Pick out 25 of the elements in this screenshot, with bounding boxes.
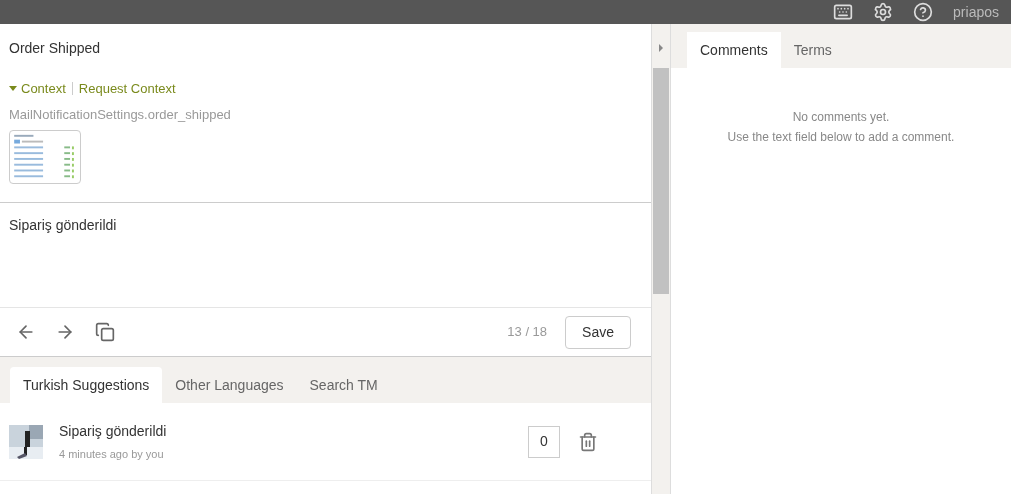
help-icon[interactable] — [913, 2, 934, 22]
scrollbar-thumb[interactable] — [653, 68, 669, 294]
collapse-caret-icon[interactable] — [659, 44, 663, 52]
side-tab[interactable]: Comments — [687, 32, 781, 68]
user-name[interactable]: priapos — [953, 1, 999, 23]
suggestion-tab[interactable]: Search TM — [296, 367, 391, 403]
string-counter: 13 / 18 — [507, 323, 548, 342]
string-title: Order Shipped — [9, 39, 102, 58]
side-tab[interactable]: Terms — [780, 32, 845, 68]
context-toggle[interactable]: Context — [9, 79, 66, 99]
keyboard-icon[interactable] — [833, 2, 854, 22]
empty-comments-hint: Use the text field below to add a comment. — [727, 129, 955, 146]
copy-source-icon[interactable] — [95, 322, 115, 342]
suggestion-meta: 4 minutes ago by you — [59, 446, 165, 462]
caret-icon — [9, 86, 17, 92]
delete-icon[interactable] — [578, 431, 598, 452]
string-key: MailNotificationSettings.order_shipped — [9, 104, 642, 124]
settings-icon[interactable] — [873, 2, 894, 22]
suggestion-tab[interactable]: Turkish Suggestions — [10, 367, 163, 403]
vote-count[interactable]: 0 — [528, 425, 560, 458]
request-context-link[interactable]: Request Context — [78, 79, 176, 99]
suggestion-tab[interactable]: Other Languages — [162, 367, 297, 403]
suggestion-text: Sipariş gönderildi — [59, 421, 167, 441]
save-button[interactable]: Save — [565, 315, 631, 349]
empty-comments-text: No comments yet. — [792, 109, 890, 126]
